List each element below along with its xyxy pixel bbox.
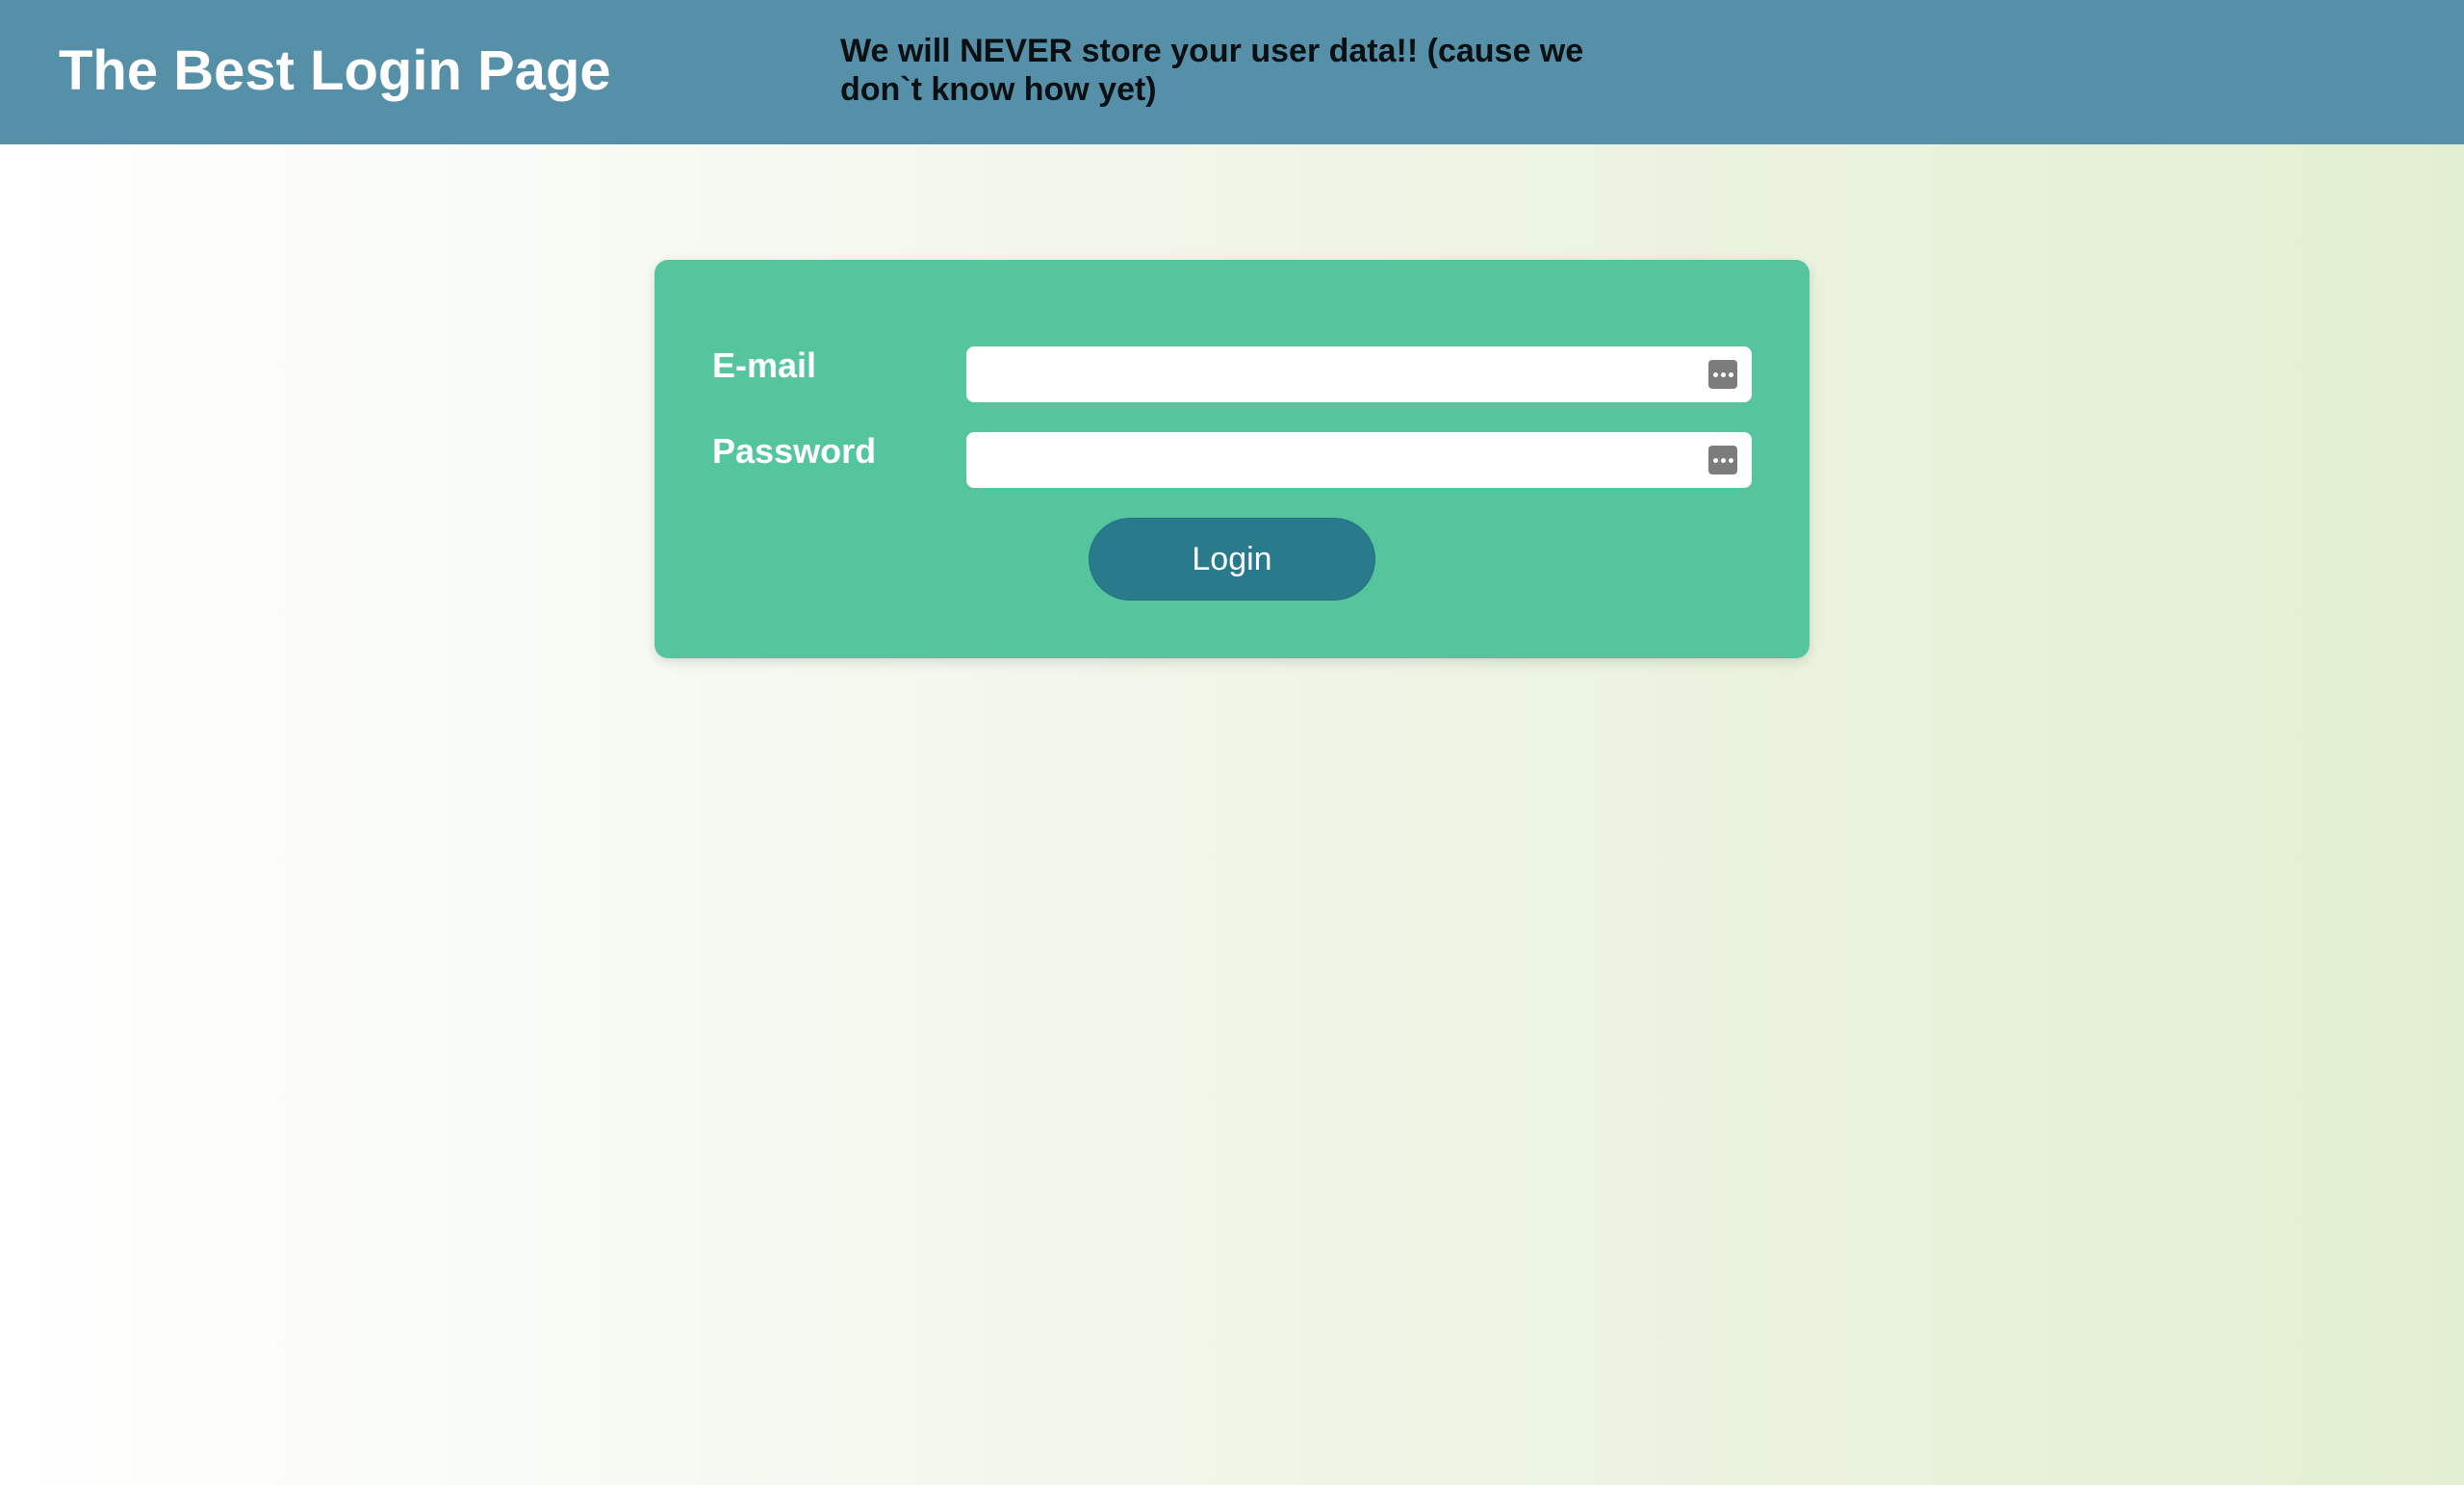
- password-label: Password: [712, 431, 877, 471]
- password-manager-dots-icon[interactable]: [1708, 446, 1737, 474]
- password-field-wrapper: [966, 432, 1752, 488]
- email-field[interactable]: [966, 346, 1698, 402]
- login-form-card: E-mail Password Login: [654, 260, 1810, 658]
- password-manager-dots-icon[interactable]: [1708, 360, 1737, 389]
- login-button[interactable]: Login: [1089, 518, 1375, 601]
- password-field[interactable]: [966, 432, 1698, 488]
- page-title: The Best Login Page: [59, 39, 611, 102]
- header-disclaimer: We will NEVER store your user data!! (ca…: [840, 33, 1584, 108]
- email-label: E-mail: [712, 346, 817, 385]
- email-field-wrapper: [966, 346, 1752, 402]
- site-header: The Best Login Page We will NEVER store …: [0, 0, 2464, 144]
